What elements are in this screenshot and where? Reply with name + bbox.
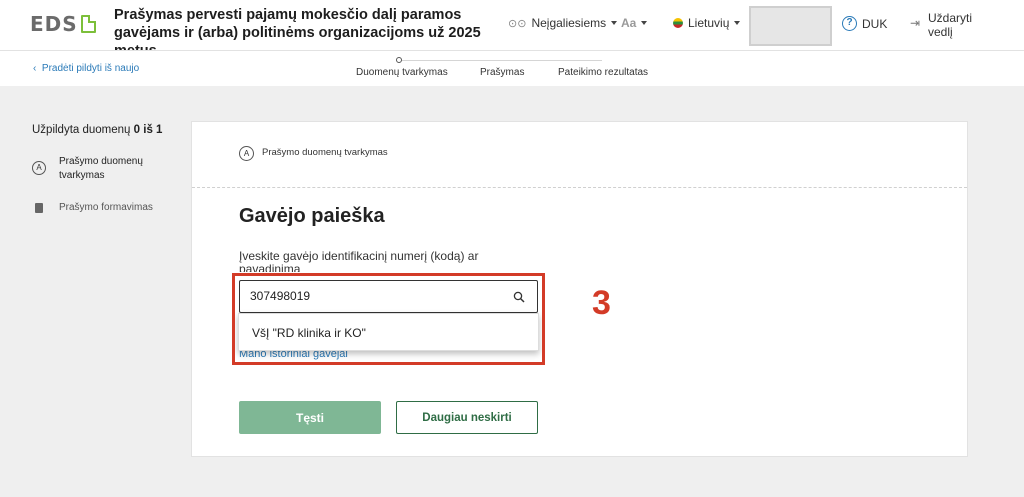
help-label: DUK bbox=[862, 16, 888, 31]
step-a-marker: A bbox=[32, 161, 46, 175]
document-icon bbox=[35, 203, 43, 213]
no-more-button[interactable]: Daugiau neskirti bbox=[396, 401, 538, 434]
step-connector bbox=[402, 60, 602, 61]
logo-text: EDS bbox=[30, 12, 78, 36]
progress-prefix: Užpildyta duomenų bbox=[32, 124, 131, 136]
annotation-highlight-box bbox=[232, 273, 545, 365]
step-2-label: Prašymas bbox=[480, 67, 525, 78]
step-label: Prašymo duomenų tvarkymas bbox=[262, 147, 388, 158]
chevron-down-icon bbox=[611, 21, 618, 25]
wizard-subnav: ‹ Pradėti pildyti iš naujo Duomenų tvark… bbox=[0, 50, 1024, 86]
card-step-header: A Prašymo duomenų tvarkymas bbox=[192, 122, 967, 188]
font-size-menu[interactable]: Aa bbox=[621, 16, 648, 30]
progress-value: 0 iš 1 bbox=[133, 124, 163, 136]
help-link[interactable]: ? DUK bbox=[842, 16, 887, 31]
chevron-down-icon bbox=[641, 21, 648, 25]
accessibility-label: Neįgaliesiems bbox=[531, 16, 607, 30]
progress-summary: Užpildyta duomenų 0 iš 1 bbox=[32, 124, 162, 136]
sidebar-item-form[interactable]: Prašymo formavimas bbox=[59, 202, 153, 213]
active-step-dot bbox=[396, 57, 402, 63]
font-size-label: Aa bbox=[621, 16, 637, 30]
close-wizard-label: Uždaryti vedlį bbox=[928, 11, 973, 39]
top-header: EDS Prašymas pervesti pajamų mokesčio da… bbox=[0, 0, 1024, 59]
language-label: Lietuvių bbox=[688, 16, 730, 30]
step-3-label: Pateikimo rezultatas bbox=[558, 67, 649, 78]
close-wizard-button[interactable]: Uždaryti vedlį bbox=[928, 11, 978, 39]
search-field-label: Įveskite gavėjo identifikacinį numerį (k… bbox=[239, 250, 479, 272]
glasses-icon: ⊙⊙ bbox=[508, 17, 527, 30]
section-title: Gavėjo paieška bbox=[239, 205, 385, 227]
annotation-number: 3 bbox=[592, 284, 611, 322]
redacted-user-area bbox=[749, 6, 832, 46]
step-a-marker: A bbox=[239, 146, 254, 161]
step-1-label: Duomenų tvarkymas bbox=[356, 67, 448, 78]
lithuania-flag-icon bbox=[673, 18, 683, 28]
chevron-down-icon bbox=[734, 21, 741, 25]
language-menu[interactable]: Lietuvių bbox=[673, 16, 741, 30]
sidebar-item-data[interactable]: Prašymo duomenų tvarkymas bbox=[59, 155, 159, 183]
accessibility-menu[interactable]: ⊙⊙ Neįgaliesiems bbox=[508, 16, 618, 30]
continue-button[interactable]: Tęsti bbox=[239, 401, 381, 434]
wizard-steps: Duomenų tvarkymas Prašymas Pateikimo rez… bbox=[0, 51, 1024, 87]
exit-icon: ⇥ bbox=[910, 16, 921, 30]
document-icon bbox=[80, 15, 96, 33]
question-icon: ? bbox=[842, 16, 857, 31]
eds-logo[interactable]: EDS bbox=[30, 12, 96, 36]
